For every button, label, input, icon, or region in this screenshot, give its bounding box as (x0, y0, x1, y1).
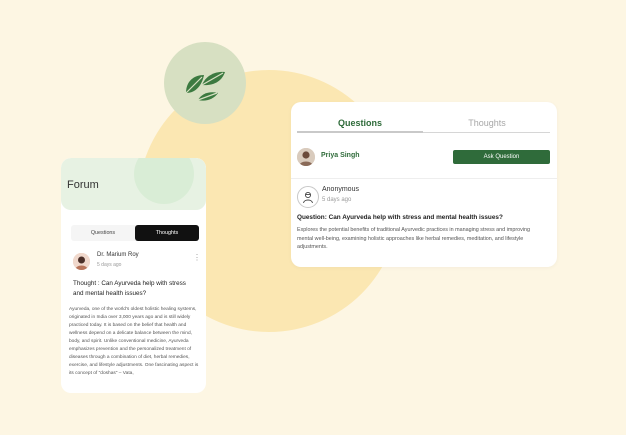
post-author: Anonymous (322, 186, 359, 193)
tab-thoughts[interactable]: Thoughts (424, 112, 550, 134)
leaf-logo-badge (164, 42, 246, 124)
user-photo-icon (73, 253, 90, 270)
post-question[interactable]: Question: Can Ayurveda help with stress … (297, 214, 503, 221)
active-tab-indicator (297, 131, 423, 133)
current-user-name: Priya Singh (321, 152, 360, 159)
post-body: Ayurveda, one of the world's oldest holi… (69, 307, 199, 376)
post-author: Dr. Marium Roy (97, 252, 139, 258)
avatar (297, 186, 319, 208)
forum-panel: Forum Questions Thoughts Dr. Marium Roy … (61, 158, 206, 393)
ask-question-button[interactable]: Ask Question (453, 150, 550, 164)
avatar (297, 148, 315, 166)
post-thought[interactable]: Thought : Can Ayurveda help with stress … (73, 279, 198, 299)
user-photo-icon (297, 148, 315, 166)
tab-thoughts[interactable]: Thoughts (135, 225, 199, 241)
divider (291, 178, 557, 179)
leaves-icon (185, 71, 225, 101)
questions-card: Questions Thoughts Priya Singh Ask Quest… (291, 102, 557, 267)
page-title: Forum (67, 179, 99, 191)
forum-header: Forum (61, 158, 206, 210)
avatar (73, 253, 90, 270)
post-time: 5 days ago (322, 197, 352, 203)
post-time: 5 days ago (97, 262, 122, 268)
tab-questions[interactable]: Questions (71, 225, 135, 241)
anonymous-user-icon (303, 191, 313, 204)
post-body: Explores the potential benefits of tradi… (297, 227, 531, 250)
header-decoration (134, 158, 194, 204)
segmented-tabs: Questions Thoughts (71, 225, 199, 241)
more-options-icon[interactable]: ⋮ (193, 254, 201, 262)
